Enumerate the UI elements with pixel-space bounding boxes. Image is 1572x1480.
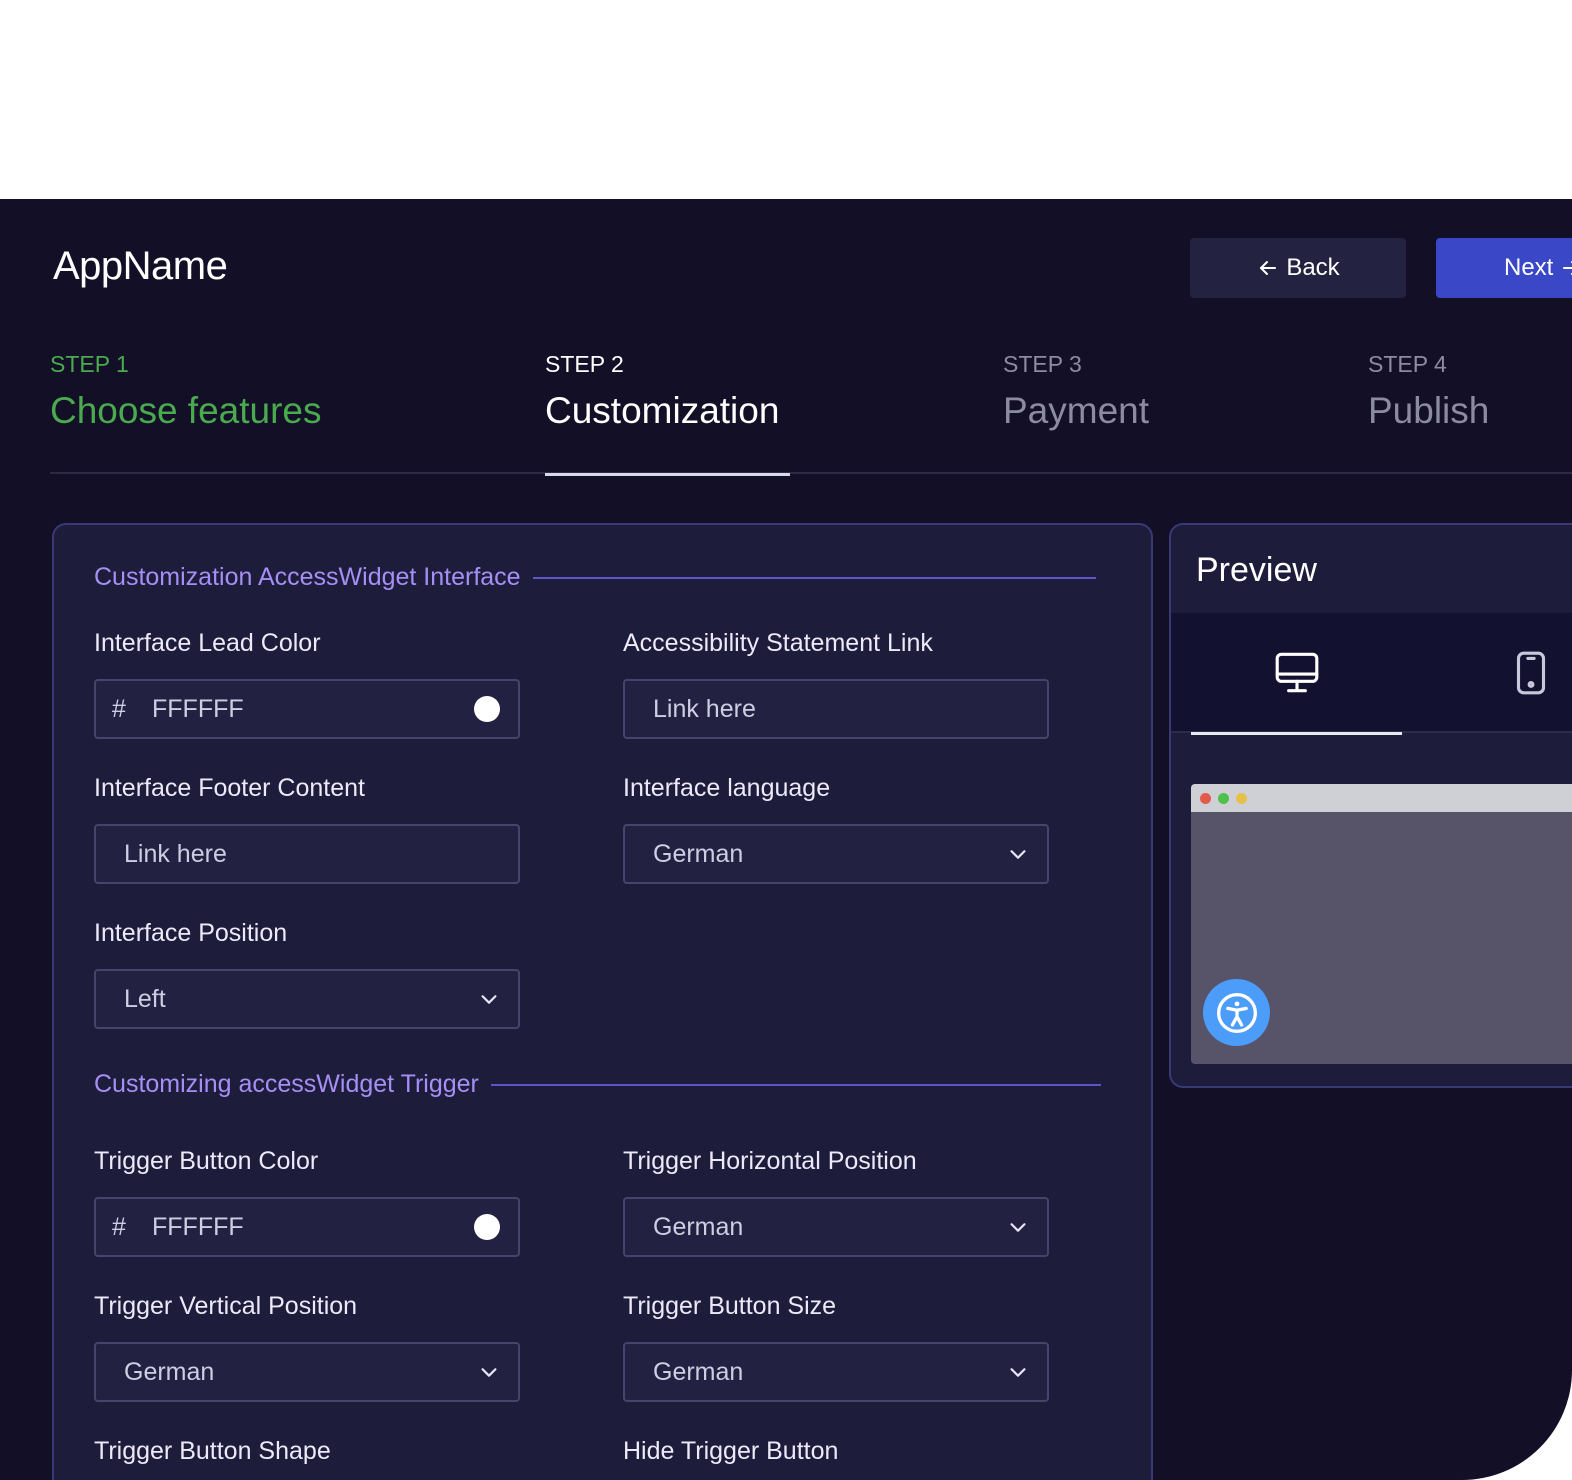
language-select[interactable]: German: [623, 824, 1049, 884]
step-payment[interactable]: STEP 3 Payment: [1003, 349, 1149, 474]
arrow-right-icon: [1563, 261, 1572, 275]
app-window: AppName Back Next STEP 1 Choose features…: [0, 199, 1572, 1480]
language-value: German: [653, 839, 744, 868]
accessibility-widget-button[interactable]: [1203, 979, 1270, 1046]
chevron-down-icon: [481, 1368, 497, 1377]
position-value: Left: [124, 984, 166, 1013]
step-customization[interactable]: STEP 2 Customization: [545, 349, 790, 476]
step-title: Customization: [545, 390, 780, 431]
browser-title-bar: [1191, 784, 1572, 812]
hash-prefix: #: [112, 1212, 126, 1241]
back-button-label: Back: [1286, 254, 1340, 281]
stepper: STEP 1 Choose features STEP 2 Customizat…: [50, 349, 1572, 476]
button-shape-label: Trigger Button Shape: [94, 1437, 331, 1465]
back-button[interactable]: Back: [1190, 238, 1406, 298]
step-publish[interactable]: STEP 4 Publish: [1368, 349, 1489, 474]
trigger-color-input[interactable]: # FFFFFF: [94, 1197, 520, 1257]
next-button-label: Next: [1504, 254, 1554, 281]
close-dot: [1200, 792, 1211, 804]
vertical-position-label: Trigger Vertical Position: [94, 1292, 358, 1320]
hash-prefix: #: [112, 694, 126, 723]
color-swatch[interactable]: [474, 1214, 500, 1240]
button-size-select[interactable]: German: [623, 1342, 1049, 1402]
chevron-down-icon: [1010, 1368, 1026, 1377]
footer-content-label: Interface Footer Content: [94, 774, 365, 802]
step-number: STEP 2: [545, 351, 624, 377]
horizontal-position-value: German: [653, 1212, 744, 1241]
step-title: Publish: [1368, 390, 1490, 431]
maximize-dot: [1218, 792, 1229, 804]
customization-form: Customization AccessWidget Interface Int…: [52, 523, 1153, 1480]
footer-content-placeholder: Link here: [124, 839, 227, 868]
footer-content-input[interactable]: Link here: [94, 824, 520, 884]
horizontal-position-label: Trigger Horizontal Position: [623, 1147, 917, 1175]
horizontal-position-select[interactable]: German: [623, 1197, 1049, 1257]
chevron-down-icon: [1010, 850, 1026, 859]
desktop-icon: [1275, 652, 1318, 693]
preview-title: Preview: [1196, 551, 1317, 589]
trigger-color-label: Trigger Button Color: [94, 1147, 319, 1175]
vertical-position-select[interactable]: German: [94, 1342, 520, 1402]
statement-link-label: Accessibility Statement Link: [623, 629, 933, 657]
chevron-down-icon: [1010, 1223, 1026, 1232]
preview-panel: Preview: [1169, 523, 1572, 1088]
statement-link-placeholder: Link here: [653, 694, 756, 723]
app-name: AppName: [53, 244, 228, 288]
step-number: STEP 1: [50, 351, 129, 377]
preview-browser-mockup: [1191, 784, 1572, 1064]
color-swatch[interactable]: [474, 696, 500, 722]
tab-desktop[interactable]: [1191, 613, 1402, 735]
hide-trigger-label: Hide Trigger Button: [623, 1437, 839, 1465]
chevron-down-icon: [481, 995, 497, 1004]
position-select[interactable]: Left: [94, 969, 520, 1029]
lead-color-label: Interface Lead Color: [94, 629, 321, 657]
vertical-position-value: German: [124, 1357, 215, 1386]
button-size-label: Trigger Button Size: [623, 1292, 837, 1320]
step-title: Choose features: [50, 390, 322, 431]
trigger-section-title: Customizing accessWidget Trigger: [94, 1070, 479, 1098]
position-label: Interface Position: [94, 919, 288, 947]
accessibility-icon: [1216, 992, 1257, 1033]
preview-device-tabs: [1171, 613, 1572, 735]
tab-mobile[interactable]: [1471, 613, 1572, 733]
button-size-value: German: [653, 1357, 744, 1386]
statement-link-input[interactable]: Link here: [623, 679, 1049, 739]
arrow-left-icon: [1260, 261, 1277, 275]
next-button[interactable]: Next: [1436, 238, 1572, 298]
step-choose-features[interactable]: STEP 1 Choose features: [50, 349, 322, 474]
language-label: Interface language: [623, 774, 831, 802]
trigger-section-heading: Customizing accessWidget Trigger: [94, 1070, 1101, 1099]
step-number: STEP 4: [1368, 351, 1447, 377]
lead-color-value: FFFFFF: [152, 694, 244, 723]
step-title: Payment: [1003, 390, 1150, 431]
interface-section-heading: Customization AccessWidget Interface: [94, 563, 1096, 592]
section-divider: [532, 576, 1096, 579]
lead-color-input[interactable]: # FFFFFF: [94, 679, 520, 739]
step-number: STEP 3: [1003, 351, 1082, 377]
interface-section-title: Customization AccessWidget Interface: [94, 563, 521, 591]
mobile-icon: [1516, 651, 1546, 695]
minimize-dot: [1236, 792, 1247, 804]
section-divider: [490, 1083, 1101, 1086]
trigger-color-value: FFFFFF: [152, 1212, 244, 1241]
